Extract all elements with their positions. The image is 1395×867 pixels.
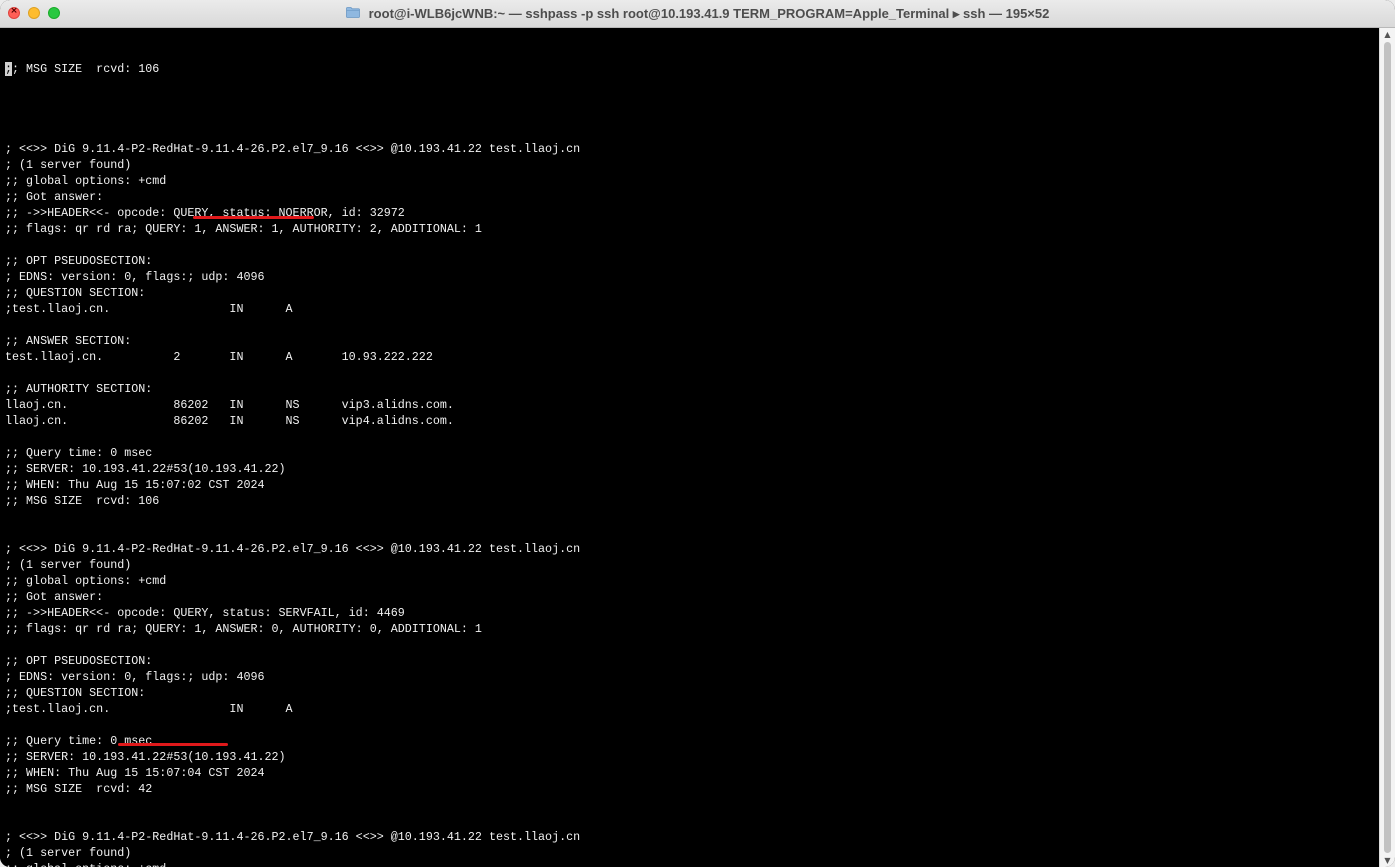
terminal-line: test.llaoj.cn. 2 IN A 10.93.222.222 <box>5 350 433 364</box>
terminal-line: ; (1 server found) <box>5 558 132 572</box>
window-title: root@i-WLB6jcWNB:~ — sshpass -p ssh root… <box>368 6 1050 21</box>
terminal-line: ;test.llaoj.cn. IN A <box>5 702 293 716</box>
terminal-line: ; <<>> DiG 9.11.4-P2-RedHat-9.11.4-26.P2… <box>5 542 581 556</box>
terminal-line: ;; QUESTION SECTION: <box>5 286 146 300</box>
terminal-line: ; (1 server found) <box>5 158 132 172</box>
terminal-line: ;; ->>HEADER<<- opcode: QUERY, status: S… <box>5 606 405 620</box>
window-title-container: root@i-WLB6jcWNB:~ — sshpass -p ssh root… <box>0 0 1395 27</box>
red-underline-annotation <box>193 216 314 219</box>
terminal-line: ;; Got answer: <box>5 590 104 604</box>
terminal-line: ; <<>> DiG 9.11.4-P2-RedHat-9.11.4-26.P2… <box>5 142 581 156</box>
terminal-line: ;; WHEN: Thu Aug 15 15:07:04 CST 2024 <box>5 766 265 780</box>
terminal-line: ;; global options: +cmd <box>5 174 167 188</box>
terminal-line: ;; MSG SIZE rcvd: 42 <box>5 782 153 796</box>
terminal-content[interactable]: ;; MSG SIZE rcvd: 106 ; <<>> DiG 9.11.4-… <box>0 28 1379 867</box>
terminal-line: ;; OPT PSEUDOSECTION: <box>5 654 153 668</box>
terminal-line: ;; SERVER: 10.193.41.22#53(10.193.41.22) <box>5 462 286 476</box>
terminal-line: ;; Query time: 0 msec <box>5 734 153 748</box>
terminal-line: ;; Query time: 0 msec <box>5 446 153 460</box>
vertical-scrollbar[interactable]: ▲ ▼ <box>1379 28 1395 867</box>
terminal-line: ;; SERVER: 10.193.41.22#53(10.193.41.22) <box>5 750 286 764</box>
terminal-line: ;; OPT PSEUDOSECTION: <box>5 254 153 268</box>
terminal-line: ;; flags: qr rd ra; QUERY: 1, ANSWER: 0,… <box>5 622 482 636</box>
title-bar[interactable]: × root@i-WLB6jcWNB:~ — sshpass -p ssh ro… <box>0 0 1395 28</box>
terminal-line: llaoj.cn. 86202 IN NS vip4.alidns.com. <box>5 414 454 428</box>
terminal-line: ;; WHEN: Thu Aug 15 15:07:02 CST 2024 <box>5 478 265 492</box>
terminal-line: ; EDNS: version: 0, flags:; udp: 4096 <box>5 270 265 284</box>
terminal-line: ; EDNS: version: 0, flags:; udp: 4096 <box>5 670 265 684</box>
terminal-line: llaoj.cn. 86202 IN NS vip3.alidns.com. <box>5 398 454 412</box>
terminal-line: ;; QUESTION SECTION: <box>5 686 146 700</box>
terminal-line: ; <<>> DiG 9.11.4-P2-RedHat-9.11.4-26.P2… <box>5 830 581 844</box>
terminal-line: ;; MSG SIZE rcvd: 106 <box>5 61 580 77</box>
scroll-up-arrow-icon[interactable]: ▲ <box>1383 30 1392 39</box>
scroll-thumb[interactable] <box>1384 42 1391 853</box>
terminal-line: ;test.llaoj.cn. IN A <box>5 302 293 316</box>
red-underline-annotation <box>118 743 228 746</box>
terminal-line: ; (1 server found) <box>5 846 132 860</box>
terminal-line: ;; global options: +cmd <box>5 574 167 588</box>
terminal-line: ;; Got answer: <box>5 190 104 204</box>
cursor: ; <box>5 62 13 76</box>
terminal-line: ;; ANSWER SECTION: <box>5 334 132 348</box>
terminal-line: ;; MSG SIZE rcvd: 106 <box>5 494 160 508</box>
terminal-window: × root@i-WLB6jcWNB:~ — sshpass -p ssh ro… <box>0 0 1395 867</box>
terminal-line-text: ; MSG SIZE rcvd: 106 <box>12 62 160 76</box>
terminal-line: ;; global options: +cmd <box>5 861 580 867</box>
terminal-line: ;; flags: qr rd ra; QUERY: 1, ANSWER: 1,… <box>5 222 482 236</box>
scroll-down-arrow-icon[interactable]: ▼ <box>1383 856 1392 865</box>
folder-icon <box>345 7 360 18</box>
terminal-output: ;; MSG SIZE rcvd: 106 ; <<>> DiG 9.11.4-… <box>5 29 580 867</box>
terminal-line: ;; AUTHORITY SECTION: <box>5 382 153 396</box>
